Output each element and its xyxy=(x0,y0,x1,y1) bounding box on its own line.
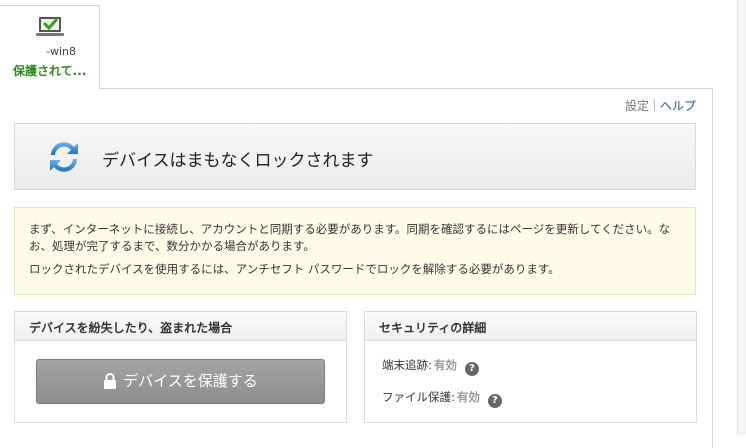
help-link[interactable]: ヘルプ xyxy=(660,99,696,113)
protect-device-button[interactable]: デバイスを保護する xyxy=(36,359,325,404)
link-divider xyxy=(653,99,655,111)
device-name: -win8 xyxy=(0,45,100,58)
security-details-header: セキュリティの詳細 xyxy=(365,312,696,341)
lost-device-panel: デバイスを紛失したり、盗まれた場合 デバイスを保護する xyxy=(14,311,347,423)
security-details-panel: セキュリティの詳細 端末追跡: 有効? ファイル保護: 有効? xyxy=(364,311,697,423)
device-status: 保護されて... xyxy=(13,64,87,78)
sync-icon xyxy=(50,142,78,172)
notice-sync-text: まず、インターネットに接続し、アカウントと同期する必要があります。同期を確認する… xyxy=(29,222,671,253)
device-tab[interactable]: -win8 保護されて... xyxy=(0,5,100,89)
lock-banner: デバイスはまもなくロックされます xyxy=(14,123,696,190)
top-links: 設定 ヘルプ xyxy=(625,97,696,114)
file-protection-value: 有効 xyxy=(456,390,480,404)
help-question-icon[interactable]: ? xyxy=(464,362,479,376)
help-question-icon[interactable]: ? xyxy=(487,394,502,408)
lock-icon xyxy=(104,373,117,389)
laptop-check-icon xyxy=(36,17,64,36)
device-tracking-row: 端末追跡: 有効? xyxy=(382,357,479,376)
file-protection-row: ファイル保護: 有効? xyxy=(382,389,502,408)
file-protection-label: ファイル保護: xyxy=(382,390,455,404)
device-tracking-label: 端末追跡: xyxy=(382,358,432,372)
protect-device-label: デバイスを保護する xyxy=(123,372,258,390)
scrollbar[interactable] xyxy=(737,0,746,435)
main-panel: 設定 ヘルプ デバイスはまもなくロックされます まず、インターネットに接続し、アカ… xyxy=(0,88,713,448)
settings-link[interactable]: 設定 xyxy=(625,99,649,113)
sync-notice: まず、インターネットに接続し、アカウントと同期する必要があります。同期を確認する… xyxy=(14,207,696,295)
notice-unlock-text: ロックされたデバイスを使用するには、アンチセフト パスワードでロックを解除する必… xyxy=(29,262,560,276)
device-tracking-value: 有効 xyxy=(433,358,457,372)
banner-title: デバイスはまもなくロックされます xyxy=(102,151,374,171)
lost-device-header: デバイスを紛失したり、盗まれた場合 xyxy=(15,312,346,341)
